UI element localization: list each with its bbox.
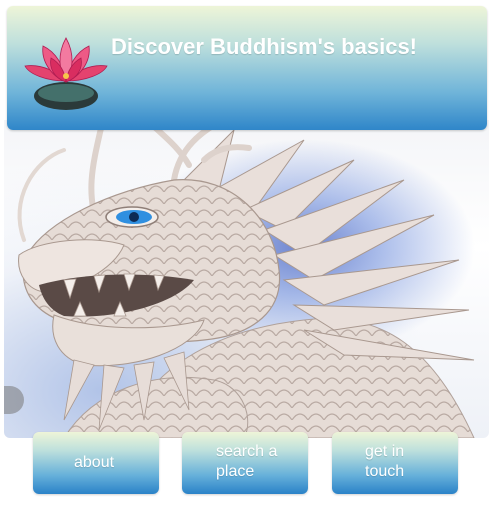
hero-dragon-image <box>4 120 489 438</box>
page: Discover Buddhism's basics! about search… <box>0 0 493 522</box>
about-button-label: about <box>74 454 115 471</box>
header-banner: Discover Buddhism's basics! <box>7 6 487 130</box>
lotus-flower-icon <box>21 36 111 116</box>
search-place-button-label: search a place <box>216 443 278 480</box>
get-in-touch-button[interactable]: get in touch <box>332 432 458 494</box>
page-title: Discover Buddhism's basics! <box>111 34 418 59</box>
search-place-button[interactable]: search a place <box>182 432 308 494</box>
get-in-touch-button-label: get in touch <box>365 443 405 480</box>
about-button[interactable]: about <box>33 432 159 494</box>
